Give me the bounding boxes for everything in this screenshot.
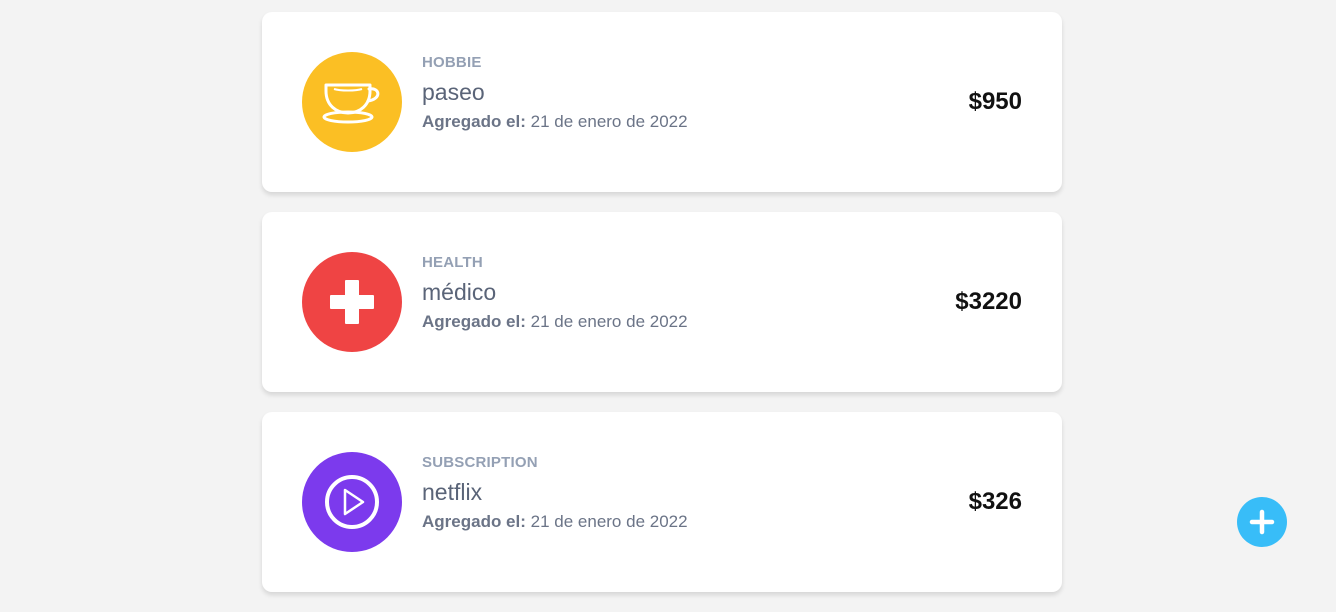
category-avatar <box>302 52 402 152</box>
expense-name: paseo <box>422 79 485 105</box>
expense-category: HOBBIE <box>422 54 482 71</box>
date-label: Agregado el: <box>422 312 526 331</box>
expense-name: médico <box>422 279 497 305</box>
expense-card[interactable]: HOBBIE paseo Agregado el: 21 de enero de… <box>262 12 1062 192</box>
expense-amount: $3220 <box>955 288 1022 315</box>
date-label: Agregado el: <box>422 112 526 131</box>
date-value: 21 de enero de 2022 <box>530 112 688 131</box>
expense-list: HOBBIE paseo Agregado el: 21 de enero de… <box>262 12 1062 612</box>
date-label: Agregado el: <box>422 512 526 531</box>
expense-date: Agregado el: 21 de enero de 2022 <box>422 112 688 132</box>
expense-card[interactable]: HEALTH médico Agregado el: 21 de enero d… <box>262 212 1062 392</box>
coffee-cup-icon <box>322 83 380 124</box>
expense-category: SUBSCRIPTION <box>422 454 538 471</box>
plus-icon <box>1249 509 1275 535</box>
expense-amount: $326 <box>968 488 1022 515</box>
play-circle-icon <box>325 475 379 529</box>
date-value: 21 de enero de 2022 <box>530 512 688 531</box>
expense-category: HEALTH <box>422 254 483 271</box>
category-avatar <box>302 452 402 552</box>
expense-amount: $950 <box>968 88 1022 115</box>
medical-cross-icon <box>330 280 374 324</box>
expense-card[interactable]: SUBSCRIPTION netflix Agregado el: 21 de … <box>262 412 1062 592</box>
expense-date: Agregado el: 21 de enero de 2022 <box>422 512 688 532</box>
category-avatar <box>302 252 402 352</box>
add-expense-button[interactable] <box>1237 497 1287 547</box>
expense-date: Agregado el: 21 de enero de 2022 <box>422 312 688 332</box>
expense-name: netflix <box>422 479 483 505</box>
date-value: 21 de enero de 2022 <box>530 312 688 331</box>
